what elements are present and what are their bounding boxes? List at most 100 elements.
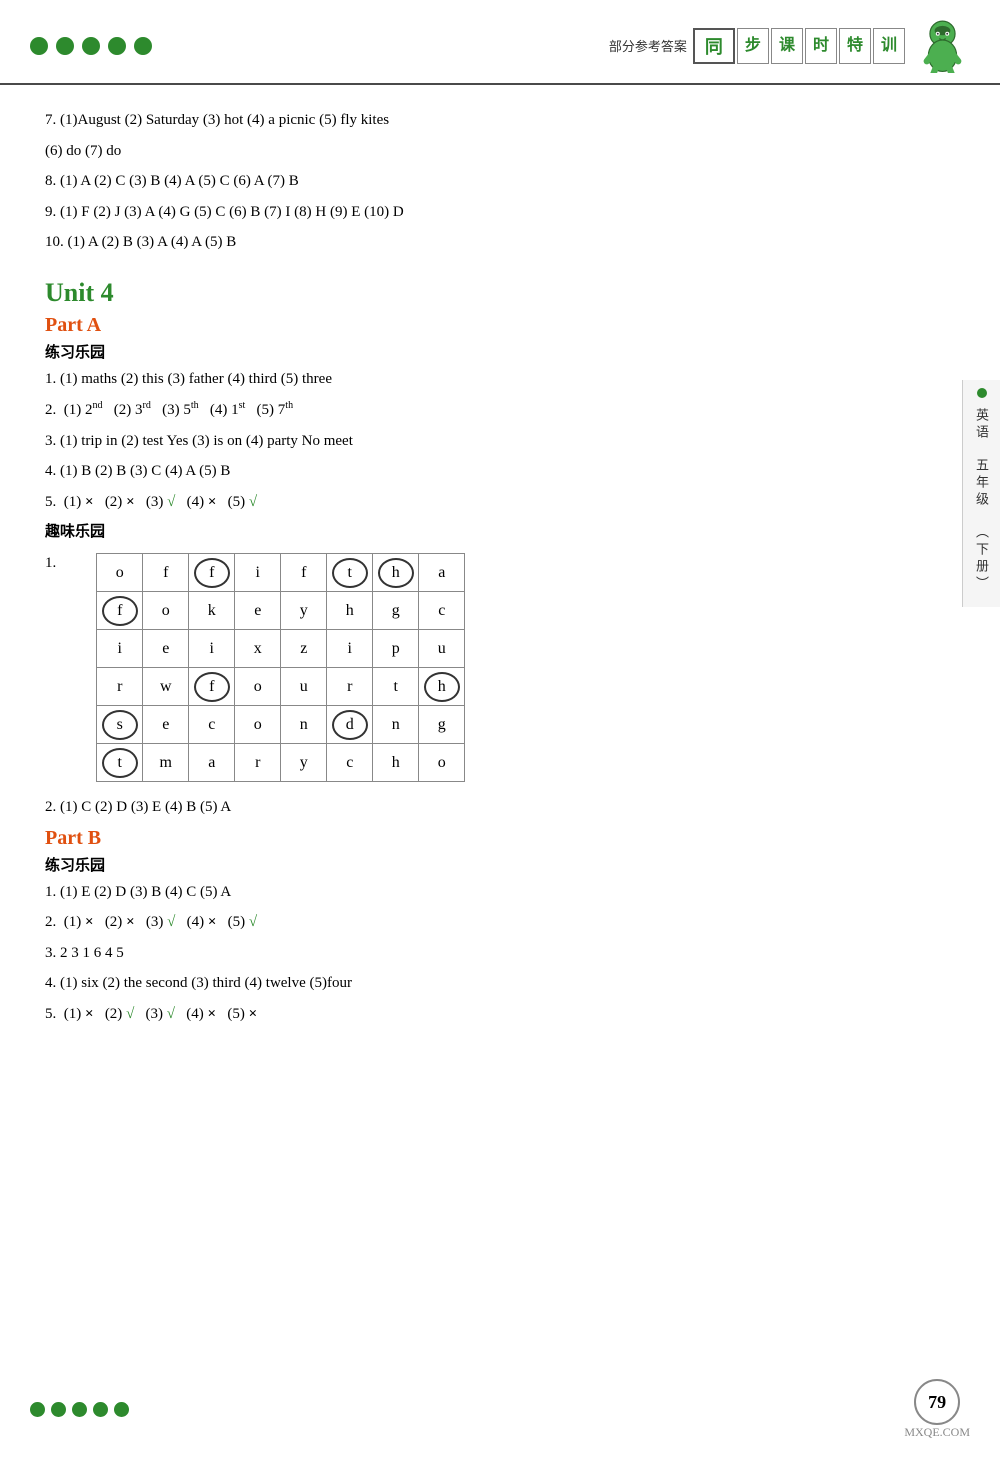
cell-2-7: u [419, 630, 465, 668]
cell-4-5: d [327, 706, 373, 744]
sidebar-dot [977, 388, 987, 398]
cell-5-5: c [327, 744, 373, 782]
header-box-1: 同 [693, 28, 735, 64]
footer-dot-2 [51, 1402, 66, 1417]
cell-2-2: i [189, 630, 235, 668]
cell-5-4: y [281, 744, 327, 782]
partb-1: 1. (1) E (2) D (3) B (4) C (5) A [45, 880, 955, 906]
parta-1: 1. (1) maths (2) this (3) father (4) thi… [45, 367, 955, 393]
cell-5-6: h [373, 744, 419, 782]
cell-0-4: f [281, 554, 327, 592]
cell-2-5: i [327, 630, 373, 668]
dot-4 [108, 37, 126, 55]
cell-5-2: a [189, 744, 235, 782]
header-boxes: 同 步 课 时 特 训 [693, 28, 905, 64]
footer-right: 79 MXQE.COM [904, 1379, 970, 1440]
cell-4-6: n [373, 706, 419, 744]
header-title-area: 部分参考答案 同 步 课 时 特 训 [609, 18, 970, 73]
grid-row-5: s e c o n d n g [97, 706, 465, 744]
page-header: 部分参考答案 同 步 课 时 特 训 [0, 0, 1000, 85]
cell-1-0: f [97, 592, 143, 630]
cell-0-6: h [373, 554, 419, 592]
cell-1-4: y [281, 592, 327, 630]
sup-th2: th [285, 400, 293, 411]
answer-9: 9. (1) F (2) J (3) A (4) G (5) C (6) B (… [45, 200, 955, 226]
dot-1 [30, 37, 48, 55]
cell-4-2: c [189, 706, 235, 744]
cell-1-2: k [189, 592, 235, 630]
grid-label: 1. [45, 555, 56, 572]
cell-2-1: e [143, 630, 189, 668]
grid-row-4: r w f o u r t h [97, 668, 465, 706]
header-sep-4: 特 [839, 28, 871, 64]
header-label: 部分参考答案 [609, 36, 687, 55]
grid-area: 1. o f f i f t h a f o k e y h g c [45, 545, 955, 790]
cell-4-7: g [419, 706, 465, 744]
footer-dot-1 [30, 1402, 45, 1417]
cell-3-4: u [281, 668, 327, 706]
cell-4-0: s [97, 706, 143, 744]
cell-5-1: m [143, 744, 189, 782]
partb-2: 2. (1) × (2) × (3) √ (4) × (5) √ [45, 910, 955, 936]
cell-5-3: r [235, 744, 281, 782]
grid-row-2: f o k e y h g c [97, 592, 465, 630]
cell-1-5: h [327, 592, 373, 630]
parta-5: 5. (1) × (2) × (3) √ (4) × (5) √ [45, 490, 955, 516]
header-sep-2: 课 [771, 28, 803, 64]
grid-row-6: t m a r y c h o [97, 744, 465, 782]
page-footer: 79 MXQE.COM [0, 1379, 1000, 1440]
cell-0-2: f [189, 554, 235, 592]
header-sep-3: 时 [805, 28, 837, 64]
section-lianxi-b: 练习乐园 [45, 854, 955, 875]
sup-th1: th [191, 400, 199, 411]
cell-3-6: t [373, 668, 419, 706]
cell-3-3: o [235, 668, 281, 706]
header-sep-1: 步 [737, 28, 769, 64]
partb-5: 5. (1) × (2) √ (3) √ (4) × (5) × [45, 1002, 955, 1028]
sidebar-text-3: （下册） [972, 525, 991, 593]
cell-3-2: f [189, 668, 235, 706]
footer-dots [30, 1402, 129, 1417]
cell-1-7: c [419, 592, 465, 630]
footer-dot-4 [93, 1402, 108, 1417]
cell-5-0: t [97, 744, 143, 782]
cell-1-6: g [373, 592, 419, 630]
header-sep-5: 训 [873, 28, 905, 64]
grid-row-3: i e i x z i p u [97, 630, 465, 668]
cell-4-1: e [143, 706, 189, 744]
footer-brand: MXQE.COM [904, 1425, 970, 1440]
footer-dot-3 [72, 1402, 87, 1417]
sidebar-text-2: 五年级 [972, 458, 991, 509]
cell-1-3: e [235, 592, 281, 630]
parta-2: 2. (1) 2nd (2) 3rd (3) 5th (4) 1st (5) 7… [45, 397, 955, 424]
sup-rd: rd [143, 400, 151, 411]
section-lianxi: 练习乐园 [45, 341, 955, 362]
cell-0-3: i [235, 554, 281, 592]
cell-5-7: o [419, 744, 465, 782]
mascot-icon [915, 18, 970, 73]
parta-b2: 2. (1) C (2) D (3) E (4) B (5) A [45, 795, 955, 821]
cell-0-1: f [143, 554, 189, 592]
cell-4-4: n [281, 706, 327, 744]
partb-3: 3. 2 3 1 6 4 5 [45, 941, 955, 967]
answer-8: 8. (1) A (2) C (3) B (4) A (5) C (6) A (… [45, 169, 955, 195]
section-quwei: 趣味乐园 [45, 520, 955, 541]
word-grid: o f f i f t h a f o k e y h g c i e [96, 553, 465, 782]
footer-dot-5 [114, 1402, 129, 1417]
right-sidebar: 英语 五年级 （下册） [962, 380, 1000, 607]
cell-0-0: o [97, 554, 143, 592]
part-b-heading: Part B [45, 827, 955, 850]
dot-3 [82, 37, 100, 55]
answer-7: 7. (1)August (2) Saturday (3) hot (4) a … [45, 108, 955, 134]
dot-2 [56, 37, 74, 55]
parta-4: 4. (1) B (2) B (3) C (4) A (5) B [45, 459, 955, 485]
cell-4-3: o [235, 706, 281, 744]
part-a-heading: Part A [45, 314, 955, 337]
cell-3-5: r [327, 668, 373, 706]
answer-7b: (6) do (7) do [45, 139, 955, 165]
cell-2-0: i [97, 630, 143, 668]
cell-0-7: a [419, 554, 465, 592]
cell-0-5: t [327, 554, 373, 592]
answer-10: 10. (1) A (2) B (3) A (4) A (5) B [45, 230, 955, 256]
sup-nd: nd [93, 400, 103, 411]
